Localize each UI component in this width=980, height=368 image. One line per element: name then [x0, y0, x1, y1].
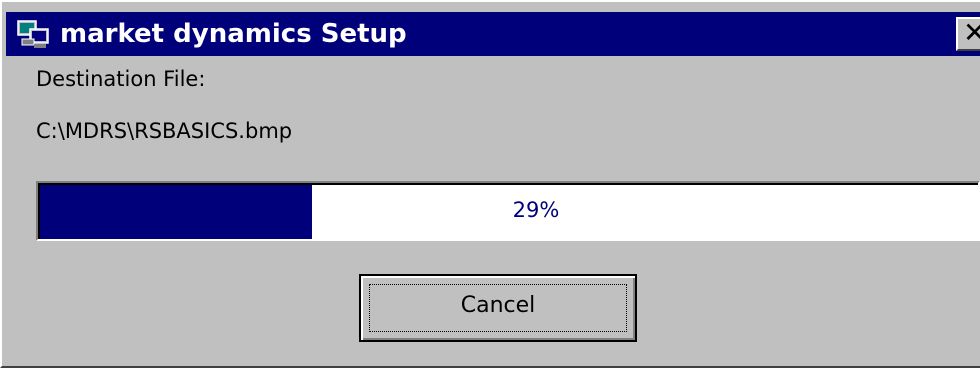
destination-label: Destination File: — [36, 67, 206, 91]
destination-path: C:\MDRS\RSBASICS.bmp — [36, 119, 293, 143]
progress-bar: 29% — [36, 181, 980, 241]
close-icon: ✕ — [963, 16, 980, 49]
setup-computer-icon — [17, 20, 49, 48]
window-title: market dynamics Setup — [60, 19, 407, 49]
cancel-button[interactable]: Cancel — [359, 274, 637, 342]
title-bar[interactable]: market dynamics Setup ✕ — [6, 12, 980, 56]
progress-percent: 29% — [512, 198, 560, 222]
cancel-button-label: Cancel — [460, 293, 536, 318]
close-button[interactable]: ✕ — [956, 17, 980, 51]
setup-dialog: market dynamics Setup ✕ Destination File… — [0, 0, 980, 368]
